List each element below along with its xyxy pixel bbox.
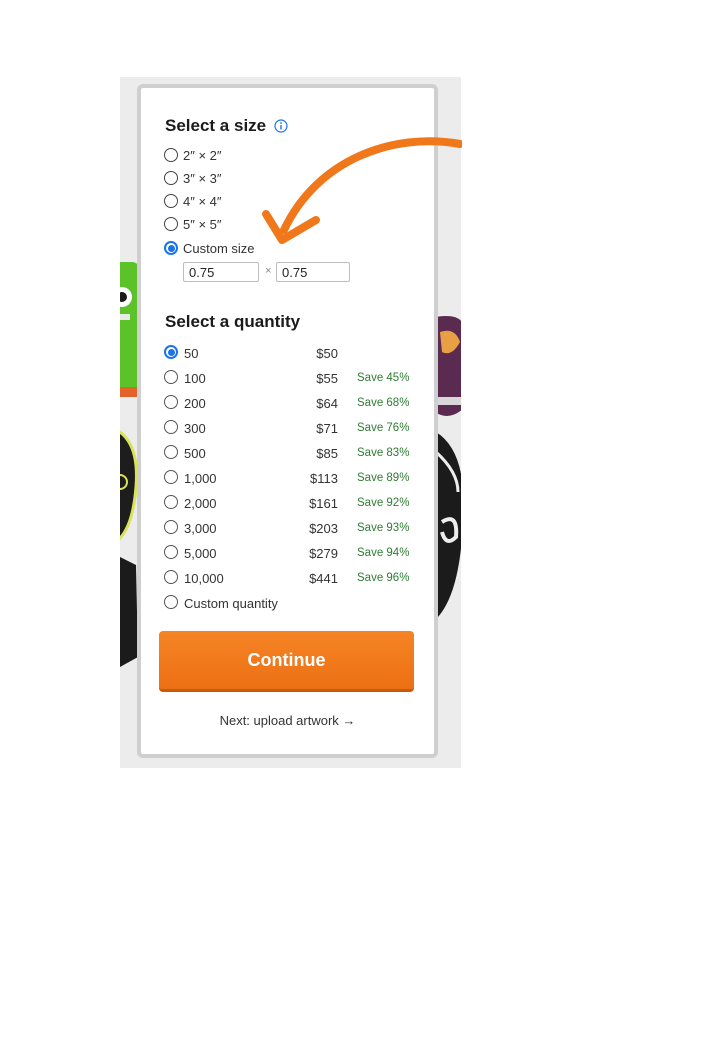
size-option-label: Custom size: [183, 240, 255, 256]
radio-button[interactable]: [164, 470, 178, 484]
quantity-label: 100: [184, 371, 206, 386]
radio-button[interactable]: [164, 570, 178, 584]
quantity-row[interactable]: 100 $55 Save 45%: [164, 369, 414, 387]
savings-label: Save 68%: [357, 397, 410, 409]
times-separator: ×: [265, 265, 272, 277]
quantity-row[interactable]: 300 $71 Save 76%: [164, 419, 414, 437]
radio-button[interactable]: [164, 445, 178, 459]
price-label: $113: [310, 471, 338, 486]
radio-button[interactable]: [164, 395, 178, 409]
quantity-section-title: Select a quantity: [165, 312, 300, 332]
quantity-label: 5,000: [184, 546, 217, 561]
price-label: $441: [309, 571, 338, 586]
info-icon[interactable]: [274, 119, 288, 133]
quantity-row[interactable]: 50 $50: [164, 344, 414, 362]
quantity-title-text: Select a quantity: [165, 312, 301, 331]
radio-button[interactable]: [164, 495, 178, 509]
price-label: $203: [309, 521, 338, 536]
savings-label: Save 89%: [357, 472, 410, 484]
quantity-row[interactable]: 1,000 $113 Save 89%: [164, 469, 414, 487]
size-option-label: 3″ × 3″: [183, 170, 222, 186]
radio-button[interactable]: [164, 217, 178, 231]
next-step-hint: Next: upload artwork →: [219, 713, 356, 728]
quantity-row[interactable]: 10,000 $441 Save 96%: [164, 569, 414, 587]
quantity-row[interactable]: 200 $64 Save 68%: [164, 394, 414, 412]
quantity-label: 200: [184, 396, 206, 411]
size-option-label: 2″ × 2″: [183, 147, 222, 163]
quantity-row[interactable]: 3,000 $203 Save 93%: [164, 519, 414, 537]
quantity-label: 300: [184, 421, 206, 436]
quantity-label: 1,000: [184, 471, 217, 486]
price-label: $71: [316, 421, 338, 436]
radio-button[interactable]: [164, 194, 178, 208]
continue-button[interactable]: Continue: [159, 631, 414, 692]
radio-button-selected[interactable]: [164, 345, 178, 359]
radio-button[interactable]: [164, 520, 178, 534]
size-option-label: 4″ × 4″: [183, 193, 222, 209]
size-option-custom[interactable]: Custom size: [164, 239, 255, 257]
quantity-label: 50: [184, 346, 199, 361]
quantity-label: 10,000: [184, 571, 224, 586]
savings-label: Save 94%: [357, 547, 410, 559]
savings-label: Save 83%: [357, 447, 410, 459]
size-option-3x3[interactable]: 3″ × 3″: [164, 169, 221, 187]
quantity-row[interactable]: 2,000 $161 Save 92%: [164, 494, 414, 512]
savings-label: Save 93%: [357, 522, 410, 534]
savings-label: Save 76%: [357, 422, 410, 434]
radio-button[interactable]: [164, 420, 178, 434]
custom-width-input[interactable]: [183, 262, 259, 282]
quantity-row[interactable]: 5,000 $279 Save 94%: [164, 544, 414, 562]
size-title-text: Select a size: [165, 116, 267, 135]
savings-label: Save 92%: [357, 497, 410, 509]
price-label: $279: [309, 546, 338, 561]
size-option-5x5[interactable]: 5″ × 5″: [164, 215, 221, 233]
price-label: $55: [316, 371, 338, 386]
size-option-label: 5″ × 5″: [183, 216, 222, 232]
price-label: $50: [316, 346, 338, 361]
custom-quantity-option[interactable]: Custom quantity: [164, 594, 414, 612]
price-label: $64: [316, 396, 338, 411]
radio-button[interactable]: [164, 171, 178, 185]
size-option-2x2[interactable]: 2″ × 2″: [164, 146, 221, 164]
quantity-label: 2,000: [184, 496, 217, 511]
savings-label: Save 96%: [357, 572, 410, 584]
size-option-4x4[interactable]: 4″ × 4″: [164, 192, 221, 210]
quantity-row[interactable]: 500 $85 Save 83%: [164, 444, 414, 462]
size-section-title: Select a size: [165, 116, 288, 136]
radio-button[interactable]: [164, 370, 178, 384]
savings-label: Save 45%: [357, 372, 410, 384]
quantity-label: 3,000: [184, 521, 217, 536]
custom-quantity-label: Custom quantity: [184, 596, 278, 611]
order-options-card: Select a size 2″ × 2″ 3″ × 3″ 4″ × 4″ 5″…: [137, 84, 438, 758]
price-label: $161: [309, 496, 338, 511]
radio-button[interactable]: [164, 545, 178, 559]
price-label: $85: [316, 446, 338, 461]
radio-button-selected[interactable]: [164, 241, 178, 255]
radio-button[interactable]: [164, 595, 178, 609]
quantity-label: 500: [184, 446, 206, 461]
custom-height-input[interactable]: [276, 262, 350, 282]
radio-button[interactable]: [164, 148, 178, 162]
